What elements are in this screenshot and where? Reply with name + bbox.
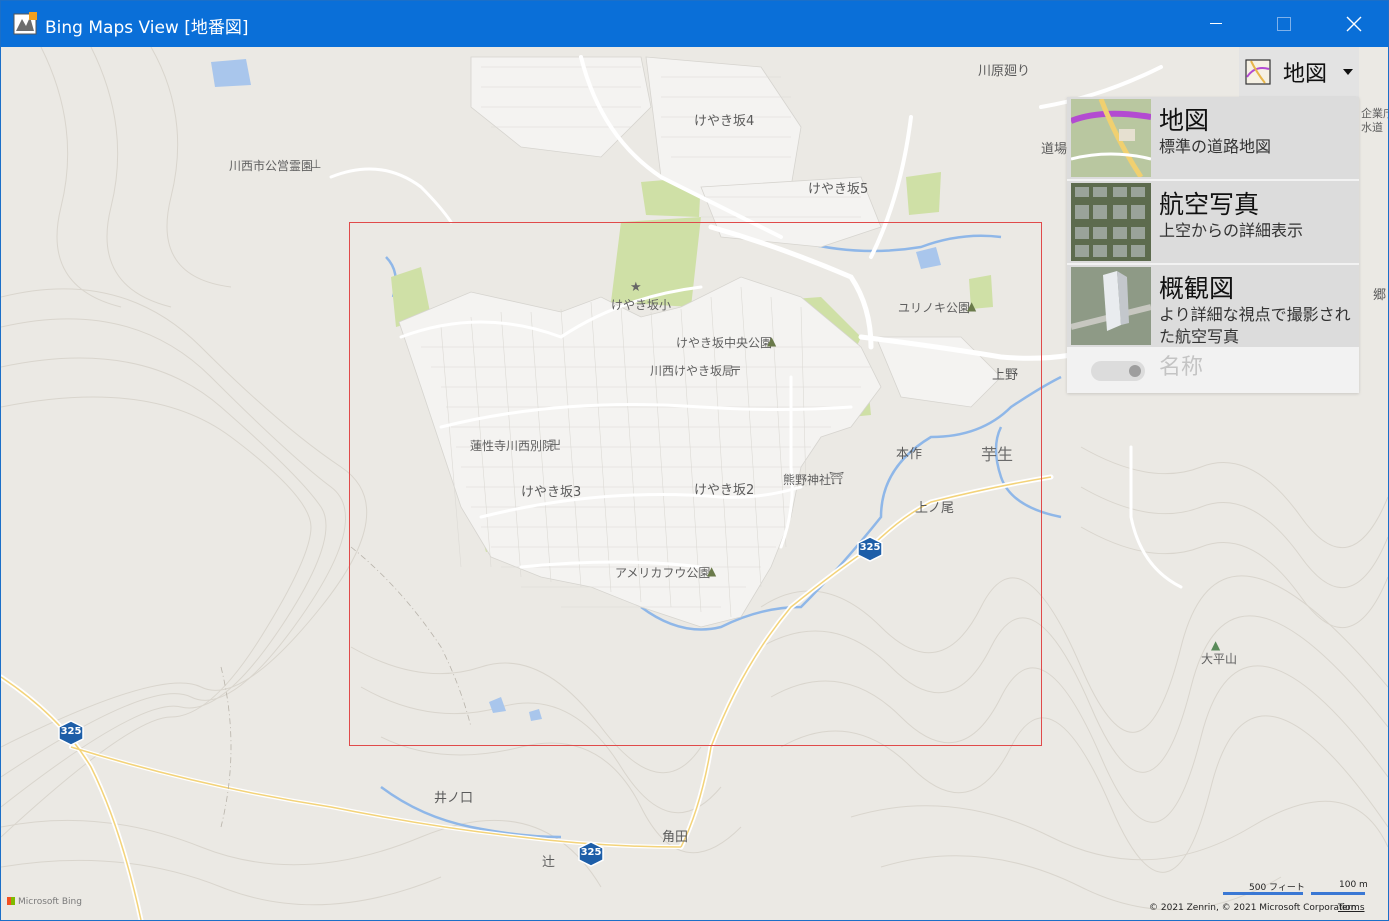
option-name: 航空写真	[1159, 190, 1260, 219]
cemetery-icon: ⊥	[311, 157, 322, 171]
map-label: 井ノ口	[434, 791, 474, 806]
maximize-icon	[1277, 17, 1291, 31]
app-window: Bing Maps View [地番図] けやき坂4 けやき坂5 けやき坂3 け…	[0, 0, 1389, 921]
map-label: 道場	[1041, 142, 1068, 157]
scale-meters-bar	[1311, 892, 1365, 895]
names-toggle-label: 名称	[1159, 355, 1204, 380]
app-icon	[13, 11, 39, 37]
map-style-option-aerial[interactable]: 航空写真 上空からの詳細表示	[1067, 181, 1359, 263]
birdseye-thumbnail	[1071, 267, 1151, 345]
option-name: 地図	[1159, 106, 1210, 135]
map-label: 大平山	[1201, 652, 1238, 666]
map-label: 水道	[1361, 121, 1383, 134]
map-label: 郷	[1373, 288, 1387, 303]
names-toggle-row: 名称	[1067, 347, 1359, 393]
close-button[interactable]	[1319, 1, 1388, 47]
bing-logo[interactable]: Microsoft Bing	[7, 897, 82, 907]
chevron-down-icon	[1343, 69, 1353, 75]
window-title: Bing Maps View [地番図]	[45, 18, 249, 38]
map-style-dropdown[interactable]: 地図	[1239, 47, 1359, 97]
map-style-panel: 地図 標準の道路地図 航空写真 上空からの詳細表示 概観図 より詳細な視点で撮影…	[1067, 97, 1359, 393]
minimize-icon	[1210, 23, 1222, 24]
map-label: けやき坂4	[694, 114, 755, 129]
maximize-button[interactable]	[1249, 1, 1319, 47]
option-description: より詳細な視点で撮影された航空写真	[1159, 305, 1351, 346]
scale-meters-label: 100 m	[1339, 880, 1368, 890]
aerial-thumbnail	[1071, 183, 1151, 261]
minimize-button[interactable]	[1181, 1, 1251, 47]
map-style-option-birdseye[interactable]: 概観図 より詳細な視点で撮影された航空写真	[1067, 265, 1359, 347]
title-bar: Bing Maps View [地番図]	[1, 1, 1388, 47]
road-map-icon	[1245, 59, 1271, 85]
route-shield: 325	[58, 720, 84, 746]
map-style-current: 地図	[1283, 62, 1328, 87]
names-toggle[interactable]	[1091, 361, 1145, 381]
map-label: 角田	[662, 830, 689, 845]
terms-link[interactable]: Terms	[1338, 903, 1365, 913]
map-label: 川西市公営霊園	[229, 159, 314, 173]
option-description: 上空からの詳細表示	[1159, 221, 1304, 240]
map-canvas[interactable]: けやき坂4 けやき坂5 けやき坂3 けやき坂2 けやき坂小 ★ けやき坂中央公園…	[1, 47, 1388, 920]
toggle-knob	[1129, 365, 1141, 377]
road-thumbnail	[1071, 99, 1151, 177]
copyright-text: © 2021 Zenrin, © 2021 Microsoft Corporat…	[1149, 903, 1357, 913]
route-shield: 325	[578, 841, 604, 867]
microsoft-logo-icon	[7, 897, 15, 905]
map-style-option-road[interactable]: 地図 標準の道路地図	[1067, 97, 1359, 179]
map-label: 川原廻り	[978, 64, 1031, 79]
map-label: けやき坂5	[808, 182, 869, 197]
option-description: 標準の道路地図	[1159, 137, 1272, 156]
map-label: 辻	[542, 855, 556, 870]
close-icon	[1346, 16, 1362, 32]
option-name: 概観図	[1159, 274, 1235, 303]
scale-feet-bar	[1223, 892, 1303, 895]
selection-rectangle[interactable]	[349, 222, 1042, 746]
